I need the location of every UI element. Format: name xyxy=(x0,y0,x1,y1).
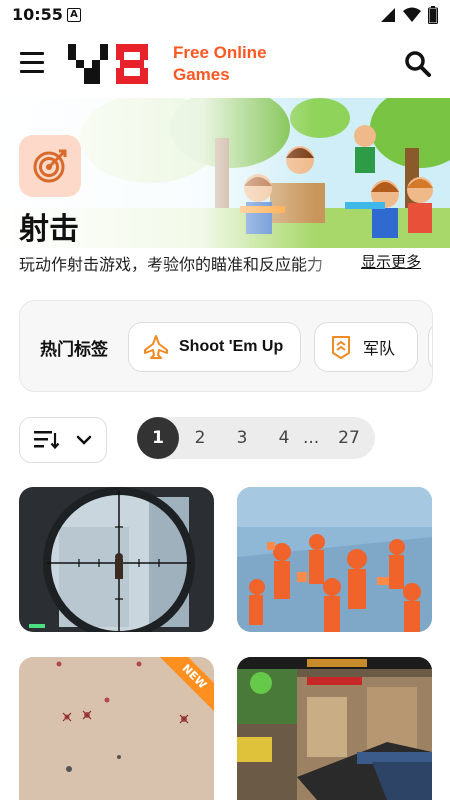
popular-tags-panel: 热门标签 Shoot 'Em Up 军队 xyxy=(19,300,433,392)
hamburger-line xyxy=(20,52,44,55)
status-icons xyxy=(380,6,438,24)
jet-icon xyxy=(144,335,168,359)
tag-military[interactable]: 军队 xyxy=(314,322,418,372)
page-3-button[interactable]: 3 xyxy=(231,417,253,459)
page-last-button[interactable]: 27 xyxy=(335,417,363,459)
brand-line-1: Free Online xyxy=(173,43,267,62)
popular-tags-label: 热门标签 xyxy=(40,340,108,360)
brand-name: Free Online Games xyxy=(173,42,267,86)
sniper-scope-thumbnail xyxy=(19,487,214,632)
brand-line-2: Games xyxy=(173,65,230,84)
chevron-down-icon xyxy=(76,435,92,445)
sort-dropdown[interactable] xyxy=(19,417,107,463)
page-2-button[interactable]: 2 xyxy=(189,417,211,459)
tag-partial[interactable] xyxy=(428,322,432,372)
category-title: 射击 xyxy=(19,212,79,247)
status-time: 10:55 xyxy=(12,5,63,24)
wifi-icon xyxy=(403,7,421,22)
description-fade xyxy=(300,248,355,272)
pagination: 1 2 3 4 ... 27 xyxy=(137,417,375,459)
tag-label: Shoot 'Em Up xyxy=(179,338,284,355)
military-rank-icon xyxy=(332,336,350,359)
status-bar: 10:55 A xyxy=(0,0,450,30)
counter-strike-thumbnail xyxy=(237,657,432,800)
notification-icon: A xyxy=(67,8,81,22)
hamburger-line xyxy=(20,61,44,64)
game-card[interactable] xyxy=(19,487,214,632)
game-card[interactable]: NEW xyxy=(19,657,214,800)
tag-label: 军队 xyxy=(363,341,396,358)
page-4-button[interactable]: 4 xyxy=(273,417,295,459)
category-icon xyxy=(19,135,81,197)
search-icon[interactable] xyxy=(404,50,432,78)
orange-figures-thumbnail xyxy=(237,487,432,632)
game-card[interactable] xyxy=(237,657,432,800)
page-1-button[interactable]: 1 xyxy=(137,417,179,459)
sort-icon xyxy=(34,431,60,450)
tag-shoot-em-up[interactable]: Shoot 'Em Up xyxy=(128,322,301,372)
pagination-ellipsis: ... xyxy=(303,428,320,448)
signal-icon xyxy=(381,8,395,22)
target-icon xyxy=(33,149,67,183)
battery-icon xyxy=(428,6,438,24)
game-card[interactable] xyxy=(237,487,432,632)
show-more-link[interactable]: 显示更多 xyxy=(361,251,421,272)
hamburger-line xyxy=(20,70,44,73)
category-hero: 射击 玩动作射击游戏，考验你的瞄准和反应能力 显示更多 xyxy=(0,98,450,293)
menu-button[interactable] xyxy=(20,52,46,74)
y8-logo[interactable] xyxy=(68,44,156,84)
app-header: Free Online Games xyxy=(0,30,450,98)
